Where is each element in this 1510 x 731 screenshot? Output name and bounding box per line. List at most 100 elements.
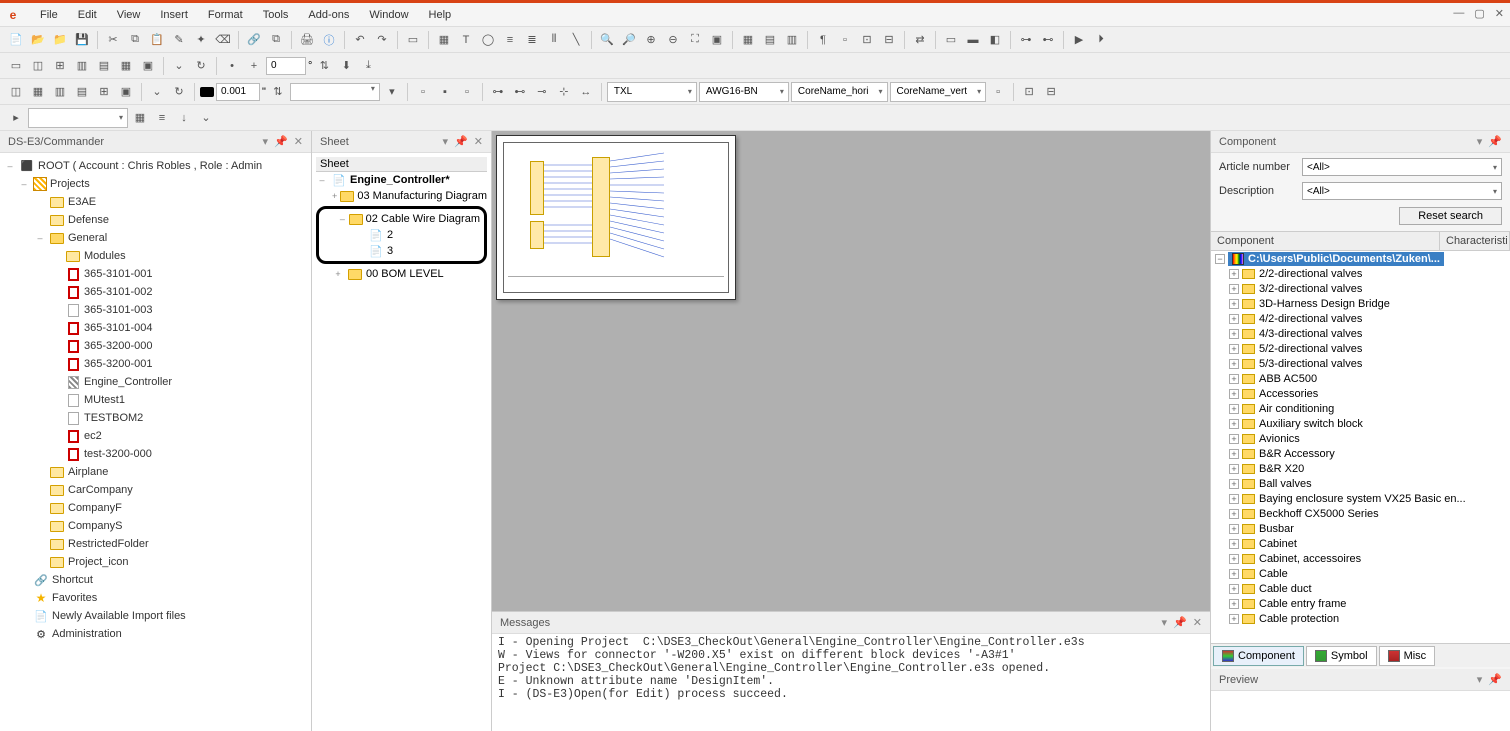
menu-format[interactable]: Format	[198, 5, 253, 25]
spin2-icon[interactable]: ⇅	[268, 82, 288, 102]
sheet-item[interactable]: 02 Cable Wire Diagram	[366, 213, 480, 225]
drop-icon[interactable]: ▾	[382, 82, 402, 102]
menu-addons[interactable]: Add-ons	[298, 5, 359, 25]
link2-icon[interactable]: ⧉	[266, 30, 286, 50]
menu-insert[interactable]: Insert	[150, 5, 198, 25]
m4-icon[interactable]: ⊶	[488, 82, 508, 102]
pin-icon[interactable]: ▾	[1162, 616, 1168, 629]
component-folder[interactable]: +ABB AC500	[1211, 371, 1510, 386]
tree-item[interactable]: 365-3101-003	[84, 304, 153, 316]
component-folder[interactable]: +Cable protection	[1211, 611, 1510, 626]
component-folder[interactable]: +Beckhoff CX5000 Series	[1211, 506, 1510, 521]
zoom3-icon[interactable]: ⊕	[641, 30, 661, 50]
text-icon[interactable]: T	[456, 30, 476, 50]
tree-item[interactable]: 365-3200-001	[84, 358, 153, 370]
minimize-icon[interactable]: —	[1453, 7, 1464, 20]
t3-c-icon[interactable]: ▥	[50, 82, 70, 102]
zoomfit-icon[interactable]: ⛶	[685, 30, 705, 50]
canvas-area[interactable]	[492, 131, 1210, 611]
pin-icon[interactable]: ▾	[263, 135, 269, 148]
t3-a-icon[interactable]: ◫	[6, 82, 26, 102]
component-folder[interactable]: +Cable entry frame	[1211, 596, 1510, 611]
m10-icon[interactable]: ⊡	[1019, 82, 1039, 102]
menu-help[interactable]: Help	[419, 5, 462, 25]
angle-input[interactable]	[266, 57, 306, 75]
engine-label[interactable]: Engine_Controller	[84, 376, 172, 388]
tree-item[interactable]: 365-3101-002	[84, 286, 153, 298]
menu-edit[interactable]: Edit	[68, 5, 107, 25]
close-icon[interactable]: ✕	[474, 135, 483, 148]
align2-icon[interactable]: ≣	[522, 30, 542, 50]
commander-tree[interactable]: –ROOT ( Account : Chris Robles , Role : …	[0, 153, 311, 647]
menu-view[interactable]: View	[107, 5, 151, 25]
tree-item[interactable]: E3AE	[68, 196, 96, 208]
general-label[interactable]: General	[68, 232, 107, 244]
tree-item[interactable]: CompanyF	[68, 502, 122, 514]
print-icon[interactable]: 🖨	[297, 30, 317, 50]
m6-icon[interactable]: ⊸	[532, 82, 552, 102]
tree-item[interactable]: RestrictedFolder	[68, 538, 149, 550]
menu-file[interactable]: File	[30, 5, 68, 25]
component-folder[interactable]: +Cabinet	[1211, 536, 1510, 551]
brush-icon[interactable]: ✎	[169, 30, 189, 50]
component-folder[interactable]: +B&R X20	[1211, 461, 1510, 476]
paste-icon[interactable]: 📋	[147, 30, 167, 50]
zoomout-icon[interactable]: 🔎	[619, 30, 639, 50]
article-select[interactable]: <All>	[1302, 158, 1502, 176]
tree-item[interactable]: test-3200-000	[84, 448, 152, 460]
component-folder[interactable]: +Ball valves	[1211, 476, 1510, 491]
dl-icon[interactable]: ⬇	[336, 56, 356, 76]
table1-icon[interactable]: ▦	[738, 30, 758, 50]
table2-icon[interactable]: ▤	[760, 30, 780, 50]
circle-icon[interactable]: ◯	[478, 30, 498, 50]
m7-icon[interactable]: ⊹	[554, 82, 574, 102]
pin2-icon[interactable]: 📌	[1488, 673, 1502, 686]
messages-body[interactable]: I - Opening Project C:\DSE3_CheckOut\Gen…	[492, 634, 1210, 731]
tab-component[interactable]: Component	[1213, 646, 1304, 666]
component-folder[interactable]: +3D-Harness Design Bridge	[1211, 296, 1510, 311]
m11-icon[interactable]: ⊟	[1041, 82, 1061, 102]
tab-misc[interactable]: Misc	[1379, 646, 1436, 666]
win1-icon[interactable]: ▭	[941, 30, 961, 50]
m9-icon[interactable]: ▫	[988, 82, 1008, 102]
modules-label[interactable]: Modules	[84, 250, 126, 262]
help-icon[interactable]: ⓘ	[319, 30, 339, 50]
box3-icon[interactable]: ⊟	[879, 30, 899, 50]
t2-g-icon[interactable]: ▣	[138, 56, 158, 76]
combo-awg[interactable]: AWG16-BN	[699, 82, 789, 102]
component-folder[interactable]: +Avionics	[1211, 431, 1510, 446]
favorites-label[interactable]: Favorites	[52, 592, 97, 604]
sheet-item[interactable]: 00 BOM LEVEL	[366, 268, 444, 280]
sheet-item[interactable]: 03 Manufacturing Diagram	[357, 190, 487, 202]
color-icon[interactable]	[200, 87, 214, 97]
tree-item[interactable]: Defense	[68, 214, 109, 226]
component-folder[interactable]: +4/3-directional valves	[1211, 326, 1510, 341]
component-folder[interactable]: +Cable duct	[1211, 581, 1510, 596]
m5-icon[interactable]: ⊷	[510, 82, 530, 102]
filter-icon[interactable]: ⌄	[169, 56, 189, 76]
close-icon[interactable]: ✕	[1193, 616, 1202, 629]
menu-window[interactable]: Window	[359, 5, 418, 25]
box2-icon[interactable]: ⊡	[857, 30, 877, 50]
col-characteristic[interactable]: Characteristi	[1440, 232, 1510, 250]
component-folder[interactable]: +Busbar	[1211, 521, 1510, 536]
component-tree[interactable]: −C:\Users\Public\Documents\Zuken\...+2/2…	[1211, 251, 1510, 643]
tree-item[interactable]: Project_icon	[68, 556, 129, 568]
menu-tools[interactable]: Tools	[253, 5, 299, 25]
tree-item[interactable]: MUtest1	[84, 394, 125, 406]
box1-icon[interactable]: ▫	[835, 30, 855, 50]
zoom4-icon[interactable]: ⊖	[663, 30, 683, 50]
pin2-icon[interactable]: 📌	[1173, 616, 1187, 629]
t3-g-icon[interactable]: ⌄	[147, 82, 167, 102]
tree-item[interactable]: Airplane	[68, 466, 108, 478]
play2-icon[interactable]: ⏵	[1091, 30, 1111, 50]
component-folder[interactable]: +Cabinet, accessoires	[1211, 551, 1510, 566]
conn2-icon[interactable]: ⊷	[1038, 30, 1058, 50]
t3-d-icon[interactable]: ▤	[72, 82, 92, 102]
t2-e-icon[interactable]: ▤	[94, 56, 114, 76]
spinner-icon[interactable]: ⇅	[314, 56, 334, 76]
t4-e-icon[interactable]: ⌄	[196, 108, 216, 128]
line-icon[interactable]: ╲	[566, 30, 586, 50]
root-label[interactable]: ROOT ( Account : Chris Robles , Role : A…	[38, 160, 262, 172]
component-folder[interactable]: +5/2-directional valves	[1211, 341, 1510, 356]
